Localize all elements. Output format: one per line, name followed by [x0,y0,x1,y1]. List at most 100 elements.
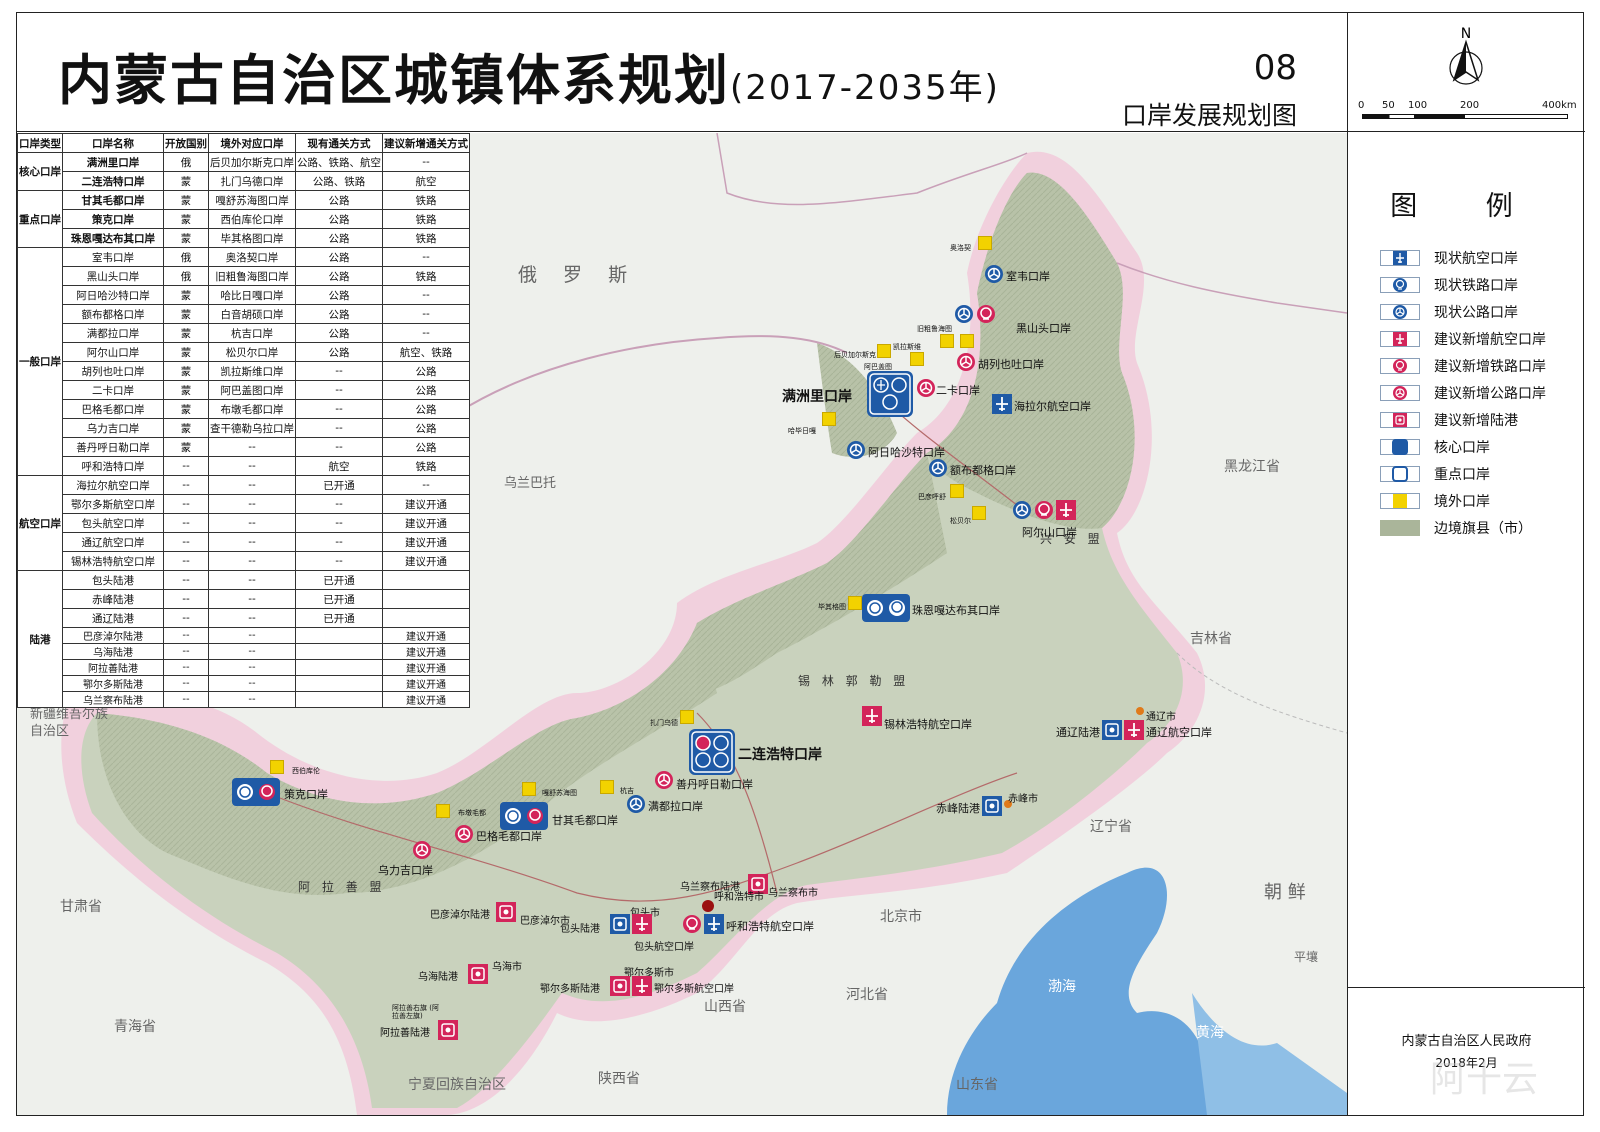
key-port-ceke-icon[interactable] [232,778,280,806]
region-xinjiang: 新疆维吾尔族自治区 [30,707,109,739]
airport-port-proposed-icon[interactable] [1056,500,1076,520]
foreign-port-label: 旧粗鲁海图 [917,325,952,333]
railway-port-proposed-icon[interactable] [682,914,702,934]
title-years: (2017-2035年) [730,68,1000,108]
foreign-port-label: 西伯库伦 [292,767,320,775]
table-cell: 已开通 [295,475,383,495]
table-cell: 旧粗鲁海图口岸 [208,266,296,286]
table-header: 建议新增通关方式 [382,133,470,153]
road-port-proposed-icon[interactable] [956,352,976,372]
road-port-icon[interactable] [928,458,948,478]
table-cell: 公路 [382,380,470,400]
foreign-port-marker[interactable] [600,780,614,794]
table-cell [382,589,470,609]
foreign-port-marker[interactable] [877,344,891,358]
table-cell: -- [295,532,383,552]
dryport-existing-icon[interactable] [982,796,1002,816]
table-row: 巴格毛都口岸蒙布墩毛都口岸 -- 公路 [18,399,470,419]
airport-port-proposed-icon[interactable] [1124,720,1144,740]
airport-port-icon[interactable] [992,394,1012,414]
map-number: 08 [1253,48,1297,88]
legend-label: 建议新增铁路口岸 [1434,358,1546,375]
foreign-port-marker[interactable] [950,484,964,498]
foreign-port-marker[interactable] [270,760,284,774]
table-cell: 航空 [295,456,383,476]
road-port-icon[interactable] [846,440,866,460]
airport-port-proposed-icon[interactable] [632,976,652,996]
foreign-port-label: 毕其格图 [818,603,846,611]
foreign-port-marker[interactable] [822,412,836,426]
key-port-zhuen-icon[interactable] [862,594,910,622]
railway-port-proposed-icon[interactable] [1034,500,1054,520]
railway-proposed-icon [1380,357,1420,374]
foreign-port-marker[interactable] [940,334,954,348]
table-category-cell: 陆港 [17,570,63,708]
table-cell: 航空 [382,171,470,191]
table-row: 核心口岸 满洲里口岸俄后贝加尔斯克口岸 公路、铁路、航空 -- [17,152,470,191]
road-port-proposed-icon[interactable] [412,840,432,860]
table-cell: -- [382,285,470,305]
dryport-proposed-icon[interactable] [496,902,516,922]
table-row: 重点口岸 甘其毛都口岸蒙嘎舒苏海图口岸 公路 铁路 [17,190,470,248]
port-label: 二连浩特口岸 [738,747,822,763]
road-port-icon[interactable] [984,264,1004,284]
table-cell: 公路、铁路、航空 [295,152,383,172]
foreign-port-label: 巴彦呼舒 [918,493,946,501]
legend-label: 重点口岸 [1434,466,1490,483]
foreign-port-marker[interactable] [910,352,924,366]
core-port-manzhouli-icon[interactable] [866,370,914,418]
table-cell: 赤峰陆港 [62,589,164,609]
table-cell: 蒙 [163,361,209,381]
dryport-proposed-icon[interactable] [610,976,630,996]
table-cell: 乌兰察布陆港 [62,691,164,708]
port-label: 策克口岸 [284,788,328,801]
table-row: 包头航空口岸 -- -- -- 建议开通 [18,513,470,533]
table-cell [382,570,470,590]
city-dot [1136,707,1144,715]
foreign-port-marker[interactable] [960,334,974,348]
region-gansu: 甘肃省 [60,899,102,915]
foreign-port-marker[interactable] [436,804,450,818]
table-row: 一般口岸 室韦口岸俄奥洛契口岸 公路 -- [17,247,470,476]
table-cell: 黑山头口岸 [62,266,164,286]
table-cell: 满洲里口岸 [62,152,164,172]
region-beijing: 北京市 [880,909,922,925]
table-header-row: 口岸类型 口岸名称 开放国别 境外对应口岸 现有通关方式 建议新增通关方式 [17,133,470,153]
table-cell: -- [208,675,296,692]
road-port-proposed-icon[interactable] [454,824,474,844]
airport-port-proposed-icon[interactable] [862,706,882,726]
dryport-existing-icon[interactable] [610,914,630,934]
county-label: 阿拉善右旗 (阿拉善左旗) [392,1004,439,1020]
port-label: 室韦口岸 [1006,270,1050,283]
airport-port-icon[interactable] [704,914,724,934]
table-cell: -- [163,627,209,644]
table-cell: -- [163,691,209,708]
foreign-port-marker[interactable] [522,782,536,796]
road-port-icon[interactable] [954,304,974,324]
table-cell: -- [208,437,296,457]
dryport-proposed-icon[interactable] [468,964,488,984]
railway-port-proposed-icon[interactable] [976,304,996,324]
key-port-ganqi-icon[interactable] [500,802,548,830]
road-port-proposed-icon[interactable] [654,770,674,790]
foreign-port-marker[interactable] [848,596,862,610]
region-qinghai: 青海省 [114,1019,156,1035]
table-cell: 哈比日嘎口岸 [208,285,296,305]
table-cell: -- [295,513,383,533]
region-korea: 朝 鲜 [1264,882,1306,903]
legend-title: 图 例 [1390,191,1543,222]
foreign-port-marker[interactable] [680,710,694,724]
road-port-icon[interactable] [1012,500,1032,520]
core-port-erlian-icon[interactable] [688,728,736,776]
airport-port-proposed-icon[interactable] [632,914,652,934]
dryport-proposed-icon[interactable] [438,1020,458,1040]
foreign-port-marker[interactable] [972,506,986,520]
port-label: 鄂尔多斯航空口岸 [654,984,734,995]
foreign-port-marker[interactable] [978,236,992,250]
dryport-existing-icon[interactable] [1102,720,1122,740]
region-shanxi: 山西省 [704,999,746,1015]
road-port-proposed-icon[interactable] [916,378,936,398]
table-row: 二连浩特口岸蒙扎门乌德口岸 公路、铁路 航空 [18,171,470,191]
road-port-icon[interactable] [626,794,646,814]
airport-icon [1380,249,1420,266]
